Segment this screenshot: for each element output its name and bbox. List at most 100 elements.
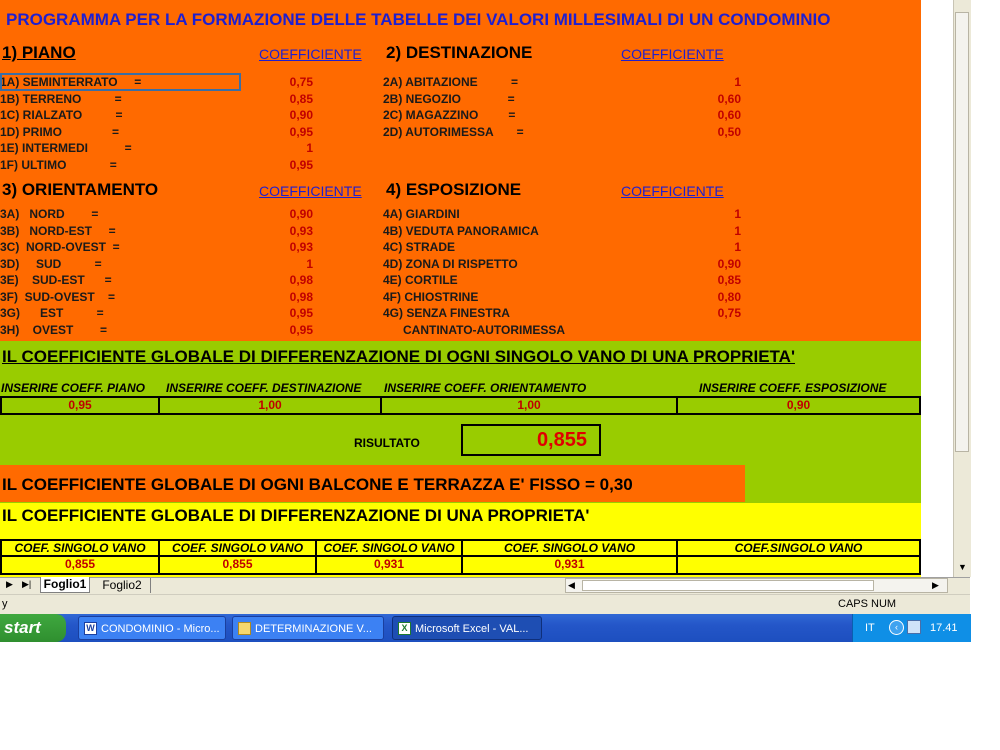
network-icon[interactable]: [907, 620, 921, 634]
esposizione-label: 4D) ZONA DI RISPETTO: [383, 256, 518, 271]
value-singolo-vano-5[interactable]: [676, 555, 921, 575]
esposizione-label: 4F) CHIOSTRINE: [383, 289, 479, 304]
start-label: start: [4, 618, 41, 637]
tab-scroll-last-icon[interactable]: ▶|: [22, 579, 31, 590]
folder-icon: [238, 622, 251, 635]
orientamento-label: 3G) EST =: [0, 306, 104, 320]
piano-row: 1E) INTERMEDI = 1: [0, 140, 320, 157]
orientamento-row: 3B) NORD-EST = 0,93: [0, 223, 320, 240]
input-coeff-orientamento[interactable]: 1,00: [380, 396, 678, 415]
scroll-thumb[interactable]: [955, 12, 969, 452]
section-destinazione-title: 2) DESTINAZIONE: [386, 43, 533, 62]
horizontal-scrollbar[interactable]: ◀ ▶: [565, 578, 948, 593]
hscroll-thumb[interactable]: [582, 580, 874, 591]
destinazione-label: 2B) NEGOZIO =: [383, 91, 515, 106]
value-singolo-vano-1[interactable]: 0,855: [0, 555, 160, 575]
global-vano-title: IL COEFFICIENTE GLOBALE DI DIFFERENZAZIO…: [2, 347, 795, 366]
esposizione-row: 4D) ZONA DI RISPETTO 0,90: [383, 256, 743, 273]
esposizione-label: 4A) GIARDINI: [383, 207, 460, 221]
start-button[interactable]: start: [0, 614, 66, 642]
orientamento-label: 3C) NORD-OVEST =: [0, 240, 120, 254]
esposizione-label: 4C) STRADE: [383, 240, 456, 254]
tab-foglio1[interactable]: Foglio1: [40, 577, 90, 593]
piano-value: 0,95: [289, 157, 313, 172]
word-icon: W: [84, 622, 97, 635]
orientamento-value: 1: [306, 256, 313, 271]
destinazione-value: 0,50: [717, 124, 741, 139]
esposizione-label: 4G) SENZA FINESTRA: [383, 306, 510, 320]
hscroll-right-arrow-icon[interactable]: ▶: [932, 579, 939, 592]
clock[interactable]: 17.41: [930, 622, 958, 634]
orientamento-row: 3A) NORD = 0,90: [0, 206, 320, 223]
taskbar-button-folder-label: DETERMINAZIONE V...: [255, 623, 372, 635]
esposizione-value: 0,80: [717, 289, 741, 304]
value-singolo-vano-2[interactable]: 0,855: [158, 555, 317, 575]
piano-row: 1B) TERRENO = 0,85: [0, 91, 320, 108]
input-coeff-destinazione[interactable]: 1,00: [158, 396, 382, 415]
value-singolo-vano-3[interactable]: 0,931: [315, 555, 463, 575]
balcone-text: IL COEFFICIENTE GLOBALE DI OGNI BALCONE …: [2, 475, 633, 494]
orientamento-row: 3E) SUD-EST = 0,98: [0, 272, 320, 289]
destinazione-row: 2B) NEGOZIO = 0,60: [383, 91, 743, 108]
header-coeff-orientamento: INSERIRE COEFF. ORIENTAMENTO: [384, 381, 587, 395]
language-indicator[interactable]: IT: [865, 622, 875, 634]
taskbar-button-excel[interactable]: X Microsoft Excel - VAL...: [392, 616, 542, 640]
destinazione-value: 0,60: [717, 91, 741, 106]
orientamento-value: 0,95: [289, 306, 313, 320]
status-indicators: CAPS NUM: [838, 598, 897, 610]
scroll-down-arrow-icon[interactable]: ▼: [955, 560, 970, 575]
value-singolo-vano-4[interactable]: 0,931: [461, 555, 678, 575]
orientamento-label: 3H) OVEST =: [0, 322, 108, 337]
orientamento-row: 3H) OVEST = 0,95: [0, 322, 320, 339]
section-orientamento-title: 3) ORIENTAMENTO: [2, 180, 159, 199]
esposizione-value: 0,90: [717, 256, 741, 271]
orientamento-row: 3G) EST = 0,95: [0, 305, 320, 322]
esposizione-value: 1: [734, 223, 741, 238]
esposizione-row: 4G) SENZA FINESTRA 0,75: [383, 305, 743, 322]
esposizione-value: 1: [734, 240, 741, 254]
destinazione-value: 1: [734, 75, 741, 89]
orientamento-list: 3A) NORD = 0,90 3B) NORD-EST = 0,93 3C) NORD…: [0, 206, 320, 338]
orientamento-row: 3F) SUD-OVEST = 0,98: [0, 289, 320, 306]
destinazione-value: 0,60: [717, 108, 741, 122]
tab-foglio2[interactable]: Foglio2: [94, 578, 151, 593]
taskbar-button-folder[interactable]: DETERMINAZIONE V...: [232, 616, 384, 640]
header-coeff-destinazione: INSERIRE COEFF. DESTINAZIONE: [166, 381, 362, 395]
esposizione-value: 1: [734, 207, 741, 221]
taskbar-button-excel-label: Microsoft Excel - VAL...: [415, 623, 529, 635]
result-value: 0,855: [461, 424, 601, 456]
vertical-scrollbar[interactable]: ▼: [953, 0, 971, 577]
orientamento-value: 0,93: [289, 240, 313, 254]
result-label: RISULTATO: [354, 436, 420, 450]
coef-heading-destinazione: COEFFICIENTE: [621, 46, 724, 62]
orientamento-row: 3D) SUD = 1: [0, 256, 320, 273]
excel-icon: X: [398, 622, 411, 635]
selected-cell[interactable]: [0, 73, 241, 91]
piano-label: 1B) TERRENO =: [0, 91, 122, 106]
coef-heading-esposizione: COEFFICIENTE: [621, 183, 724, 199]
hscroll-left-arrow-icon[interactable]: ◀: [568, 579, 575, 592]
piano-value: 0,90: [289, 108, 313, 122]
status-bar: [0, 594, 970, 615]
input-coeff-esposizione[interactable]: 0,90: [676, 396, 921, 415]
taskbar-button-word[interactable]: W CONDOMINIO - Micro...: [78, 616, 226, 640]
piano-value: 0,75: [289, 75, 313, 89]
piano-value: 1: [306, 141, 313, 155]
piano-row: 1C) RIALZATO = 0,90: [0, 107, 320, 124]
status-left-text: y: [2, 598, 8, 610]
esposizione-value: 0,85: [717, 273, 741, 287]
esposizione-row: 4F) CHIOSTRINE 0,80: [383, 289, 743, 306]
orientamento-value: 0,93: [289, 223, 313, 238]
destinazione-label: 2D) AUTORIMESSA =: [383, 124, 524, 139]
tray-expand-icon[interactable]: ‹: [889, 620, 904, 635]
input-coeff-piano[interactable]: 0,95: [0, 396, 160, 415]
esposizione-label: CANTINATO-AUTORIMESSA: [383, 322, 566, 337]
esposizione-row: 4E) CORTILE 0,85: [383, 272, 743, 289]
orientamento-value: 0,98: [289, 289, 313, 304]
tab-scroll-next-icon[interactable]: ▶: [6, 579, 13, 590]
destinazione-row: 2D) AUTORIMESSA = 0,50: [383, 124, 743, 141]
piano-label: 1D) PRIMO =: [0, 124, 120, 139]
esposizione-list: 4A) GIARDINI 1 4B) VEDUTA PANORAMICA 1 4C) S…: [383, 206, 743, 338]
piano-value: 0,95: [289, 124, 313, 139]
taskbar-button-word-label: CONDOMINIO - Micro...: [101, 623, 220, 635]
